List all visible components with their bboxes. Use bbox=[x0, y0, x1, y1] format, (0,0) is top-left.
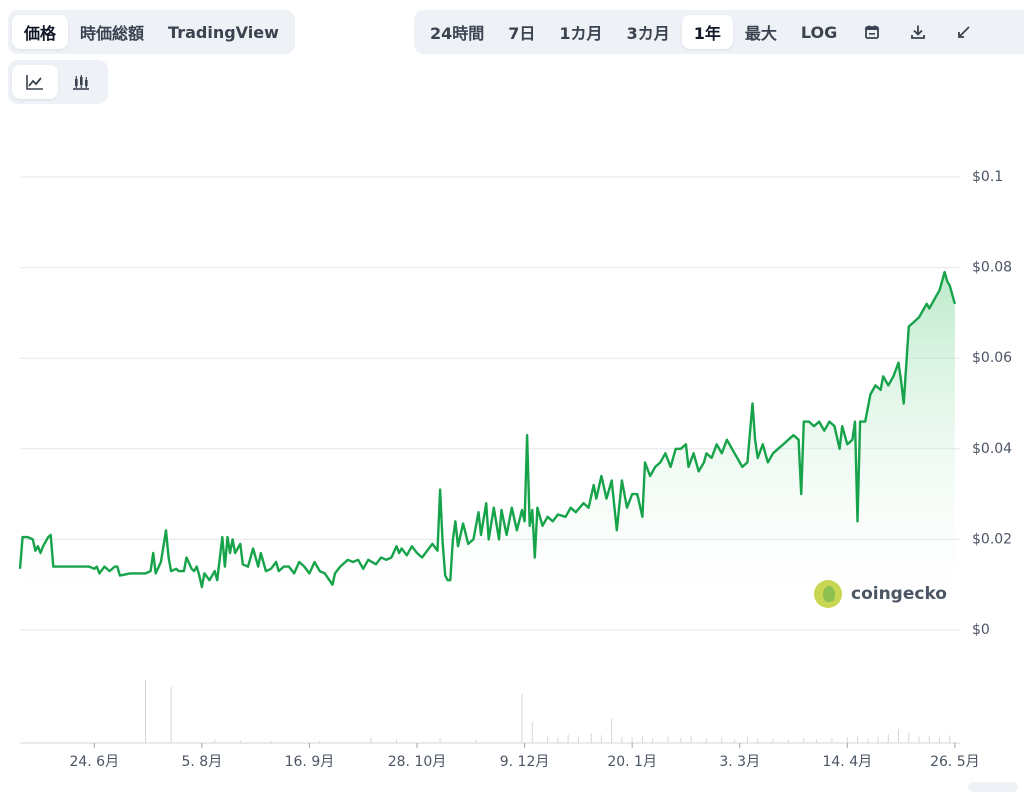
x-tick-label: 26. 5月 bbox=[930, 754, 980, 770]
area-layer bbox=[20, 272, 955, 630]
x-axis: 24. 6月 5. 8月 16. 9月 28. 10月 9. 12月 20. 1月 3. 3… bbox=[69, 743, 980, 770]
log-toggle[interactable]: LOG bbox=[789, 15, 849, 49]
range-1y[interactable]: 1年 bbox=[681, 15, 733, 49]
y-tick-label: $0.04 bbox=[972, 441, 1012, 457]
range-24h[interactable]: 24時間 bbox=[418, 15, 496, 49]
range-1m[interactable]: 1カ月 bbox=[547, 15, 614, 49]
x-tick-label: 28. 10月 bbox=[388, 754, 447, 770]
range-7d[interactable]: 7日 bbox=[496, 15, 547, 49]
chart-type-tabs: 価格 時価総額 TradingView bbox=[8, 10, 295, 54]
y-tick-label: $0 bbox=[972, 622, 990, 638]
y-tick-label: $0.02 bbox=[972, 531, 1012, 547]
x-tick-label: 9. 12月 bbox=[500, 754, 550, 770]
range-tabs: 24時間 7日 1カ月 3カ月 1年 最大 LOG bbox=[414, 10, 1024, 54]
range-3m[interactable]: 3カ月 bbox=[615, 15, 682, 49]
watermark-text: coingecko bbox=[851, 584, 947, 604]
x-tick-label: 20. 1月 bbox=[607, 754, 657, 770]
y-tick-label: $0.08 bbox=[972, 260, 1012, 276]
scroll-handle[interactable] bbox=[968, 782, 1018, 792]
line-layer bbox=[18, 270, 957, 589]
tab-price[interactable]: 価格 bbox=[12, 15, 69, 49]
price-chart: $0 $0.02 $0.04 $0.06 $0.08 $0.1 24. 6月 5. 8月 16… bbox=[18, 169, 1012, 770]
price-area bbox=[20, 272, 955, 630]
y-tick-label: $0.1 bbox=[972, 169, 1003, 185]
grid bbox=[20, 176, 960, 744]
price-line bbox=[18, 270, 957, 589]
coingecko-logo-icon bbox=[814, 580, 842, 608]
download-icon[interactable] bbox=[895, 15, 941, 49]
x-tick-label: 3. 3月 bbox=[719, 754, 760, 770]
x-tick-label: 5. 8月 bbox=[181, 754, 222, 770]
line-chart-icon[interactable] bbox=[12, 65, 58, 99]
y-axis: $0 $0.02 $0.04 $0.06 $0.08 $0.1 bbox=[972, 169, 1012, 638]
x-tick-label: 24. 6月 bbox=[69, 754, 119, 770]
candlestick-chart-icon[interactable] bbox=[58, 65, 104, 99]
x-tick-label: 14. 4月 bbox=[822, 754, 872, 770]
y-tick-label: $0.06 bbox=[972, 350, 1012, 366]
tab-tradingview[interactable]: TradingView bbox=[156, 15, 291, 49]
range-max[interactable]: 最大 bbox=[733, 15, 789, 49]
x-tick-label: 16. 9月 bbox=[285, 754, 335, 770]
tab-market-cap[interactable]: 時価総額 bbox=[68, 15, 156, 49]
expand-icon[interactable] bbox=[941, 15, 987, 49]
chart-view-tabs bbox=[8, 60, 108, 104]
calendar-icon[interactable] bbox=[849, 15, 895, 49]
volume-bars bbox=[145, 680, 951, 743]
coingecko-watermark: coingecko bbox=[814, 580, 947, 608]
